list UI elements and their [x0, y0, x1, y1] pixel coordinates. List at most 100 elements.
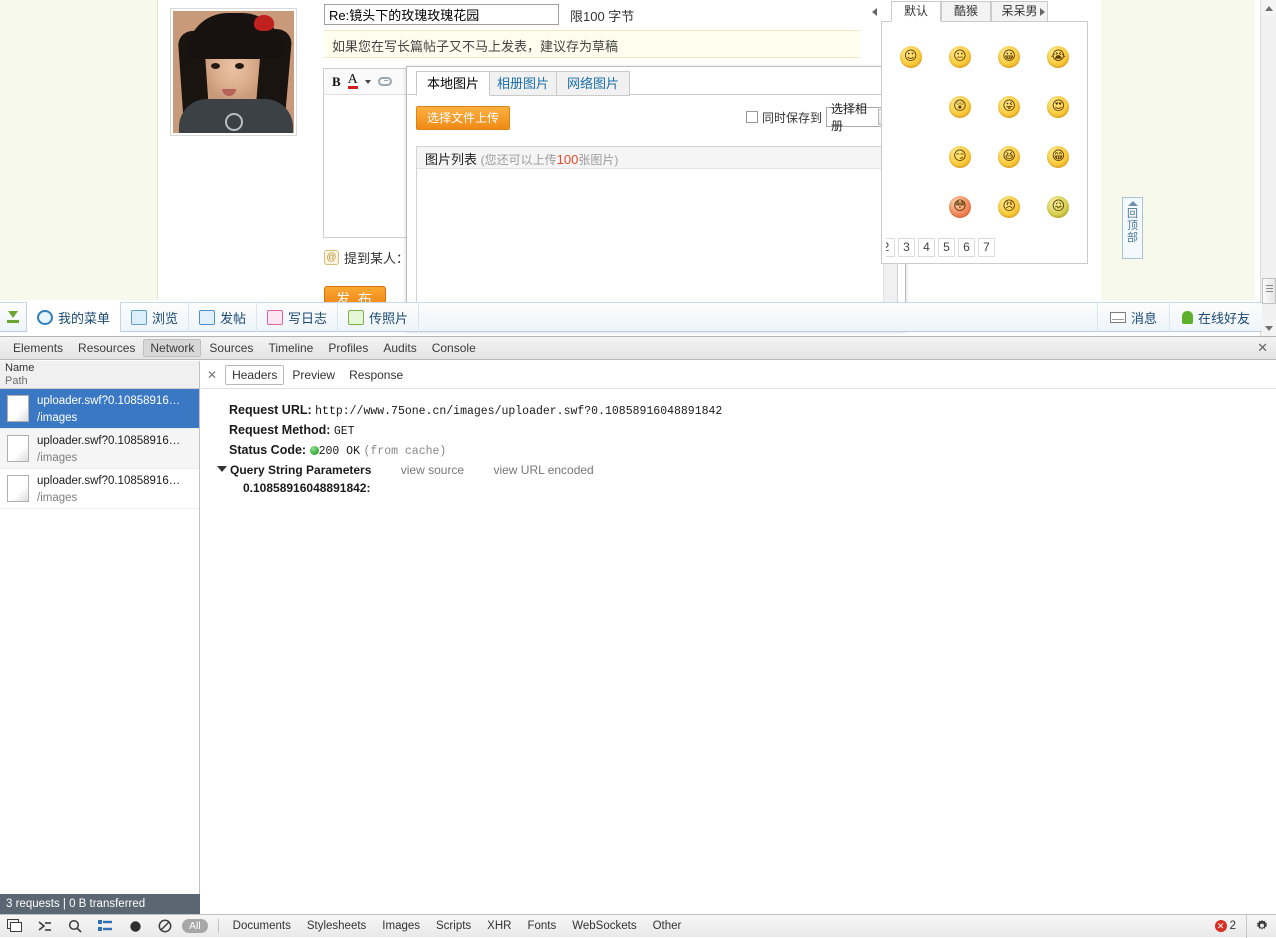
- tab-audits[interactable]: Audits: [376, 339, 423, 357]
- my-menu-icon: [37, 310, 53, 325]
- view-source-link[interactable]: view source: [401, 463, 464, 477]
- mention-label: 提到某人：: [344, 248, 409, 267]
- emoticon-page-2[interactable]: 2: [886, 238, 895, 257]
- emoticon-panel: 默认 酷猴 呆呆男 ☺😐😀😭😲😜😍😏😆😁😳😠😖 234567: [868, 0, 1100, 270]
- emoticon-big-teeth[interactable]: 😁: [1034, 132, 1083, 182]
- record-icon[interactable]: [120, 915, 150, 938]
- messages-button[interactable]: 消息: [1097, 302, 1169, 332]
- tab-album-image[interactable]: 相册图片: [486, 71, 560, 96]
- scroll-down-icon[interactable]: [1261, 320, 1276, 336]
- editor-textarea[interactable]: [324, 95, 406, 237]
- query-string-parameters-row[interactable]: Query String Parameters view source view…: [217, 461, 1276, 479]
- tab-response[interactable]: Response: [343, 366, 409, 384]
- scroll-up-icon[interactable]: [1261, 0, 1276, 16]
- tab-local-image[interactable]: 本地图片: [416, 71, 490, 96]
- close-icon[interactable]: ✕: [1257, 341, 1268, 356]
- chevron-down-icon[interactable]: [365, 80, 371, 84]
- online-friends-button[interactable]: 在线好友: [1169, 302, 1262, 332]
- clear-icon[interactable]: [150, 915, 180, 938]
- choose-file-upload-button[interactable]: 选择文件上传: [416, 106, 510, 130]
- request-path: /images: [37, 412, 77, 424]
- emoticon-squint[interactable]: 😖: [1034, 182, 1083, 232]
- link-icon[interactable]: [378, 77, 392, 86]
- bold-button[interactable]: B: [332, 74, 341, 90]
- next-emoticon-set-icon[interactable]: [1036, 2, 1048, 21]
- post-title-input[interactable]: [324, 4, 559, 25]
- filter-documents[interactable]: Documents: [225, 920, 299, 932]
- emoticon-tab-default[interactable]: 默认: [891, 1, 941, 22]
- emoticon-angry[interactable]: 😠: [985, 182, 1034, 232]
- emoticon-empty-slot: [886, 132, 935, 182]
- sidebar-item-post[interactable]: 发帖: [189, 302, 257, 332]
- image-list-hint-count: 100: [557, 152, 579, 167]
- filter-xhr[interactable]: XHR: [479, 920, 519, 932]
- console-drawer-icon[interactable]: [30, 915, 60, 938]
- page-scrollbar[interactable]: [1260, 0, 1276, 336]
- filter-images[interactable]: Images: [374, 920, 428, 932]
- request-row[interactable]: uploader.swf?0.10858916…/images: [0, 429, 199, 469]
- view-url-encoded-link[interactable]: view URL encoded: [493, 463, 593, 477]
- emoticon-page-4[interactable]: 4: [918, 238, 935, 257]
- squint-icon: 😖: [1047, 196, 1069, 218]
- emoticon-page-7[interactable]: 7: [978, 238, 995, 257]
- tab-sources[interactable]: Sources: [202, 339, 260, 357]
- sidebar-item-blog[interactable]: 写日志: [257, 302, 338, 332]
- tab-elements[interactable]: Elements: [6, 339, 70, 357]
- emoticon-page-5[interactable]: 5: [938, 238, 955, 257]
- qsp-label: Query String Parameters: [230, 463, 371, 477]
- emoticon-blush[interactable]: 😳: [935, 182, 984, 232]
- emoticon-page-6[interactable]: 6: [958, 238, 975, 257]
- filter-websockets[interactable]: WebSockets: [564, 920, 644, 932]
- tab-console[interactable]: Console: [425, 339, 483, 357]
- request-url-value[interactable]: http://www.75one.cn/images/uploader.swf?…: [315, 405, 722, 418]
- save-to-album-checkbox[interactable]: [746, 111, 758, 123]
- emoticon-tongue-wink[interactable]: 😜: [985, 82, 1034, 132]
- filter-other[interactable]: Other: [645, 920, 690, 932]
- tab-preview[interactable]: Preview: [286, 366, 341, 384]
- online-friends-label: 在线好友: [1198, 308, 1250, 327]
- emoticon-page-3[interactable]: 3: [898, 238, 915, 257]
- status-code-label: Status Code:: [229, 443, 306, 457]
- font-color-button[interactable]: A: [348, 74, 358, 89]
- emoticon-smile[interactable]: ☺: [886, 32, 935, 82]
- large-rows-icon[interactable]: [90, 915, 120, 938]
- nav-label: 传照片: [369, 308, 408, 327]
- request-row[interactable]: uploader.swf?0.10858916…/images: [0, 469, 199, 509]
- back-to-top-button[interactable]: 回顶部: [1122, 197, 1143, 259]
- nav-collapse-handle[interactable]: [0, 302, 26, 332]
- emoticon-pagination: 234567: [886, 238, 995, 257]
- emoticon-smirk[interactable]: 😏: [935, 132, 984, 182]
- sidebar-item-photo[interactable]: 传照片: [338, 302, 419, 332]
- tab-headers[interactable]: Headers: [225, 365, 284, 385]
- tab-profiles[interactable]: Profiles: [321, 339, 375, 357]
- dock-side-icon[interactable]: [0, 915, 30, 938]
- emoticon-tab-cool-monkey[interactable]: 酷猴: [941, 1, 991, 22]
- close-icon[interactable]: ✕: [207, 368, 217, 382]
- mention-someone[interactable]: @ 提到某人：: [324, 248, 409, 267]
- error-badge[interactable]: ✕ 2: [1215, 920, 1246, 932]
- emoticon-love-eyes[interactable]: 😍: [1034, 82, 1083, 132]
- search-icon[interactable]: [60, 915, 90, 938]
- request-path: /images: [37, 452, 77, 464]
- sidebar-item-browse[interactable]: 浏览: [121, 302, 189, 332]
- emoticon-shock[interactable]: 😲: [935, 82, 984, 132]
- emoticon-grin[interactable]: 😀: [985, 32, 1034, 82]
- tab-resources[interactable]: Resources: [71, 339, 142, 357]
- prev-emoticon-set-icon[interactable]: [868, 2, 880, 21]
- filter-all-button[interactable]: All: [182, 919, 208, 933]
- filter-fonts[interactable]: Fonts: [519, 920, 564, 932]
- emoticon-neutral[interactable]: 😐: [935, 32, 984, 82]
- scrollbar-thumb[interactable]: [1262, 278, 1276, 304]
- emoticon-laugh[interactable]: 😆: [985, 132, 1034, 182]
- filter-scripts[interactable]: Scripts: [428, 920, 479, 932]
- request-row[interactable]: uploader.swf?0.10858916…/images: [0, 389, 199, 429]
- tab-timeline[interactable]: Timeline: [261, 339, 320, 357]
- gear-icon[interactable]: [1246, 915, 1276, 938]
- tab-network-image[interactable]: 网络图片: [556, 71, 630, 96]
- emoticon-cry[interactable]: 😭: [1034, 32, 1083, 82]
- triangle-down-icon[interactable]: [217, 466, 227, 472]
- sidebar-item-my-menu[interactable]: 我的菜单: [26, 302, 121, 332]
- filter-stylesheets[interactable]: Stylesheets: [299, 920, 374, 932]
- post-icon: [199, 310, 215, 325]
- tab-network[interactable]: Network: [143, 339, 201, 357]
